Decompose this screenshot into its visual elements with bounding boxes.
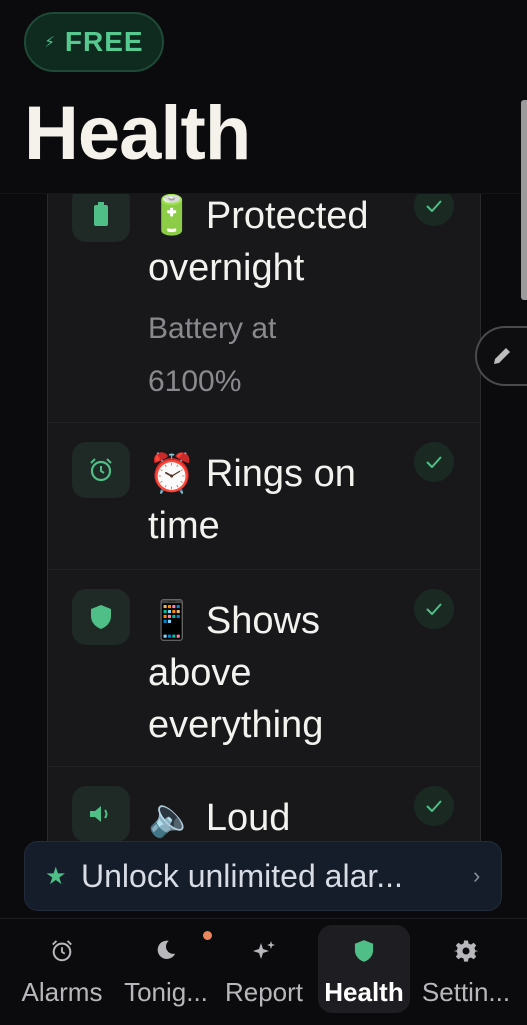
nav-label: Settin... — [421, 977, 511, 1007]
upsell-label: Unlock unlimited alar... — [81, 857, 403, 894]
bottom-navigation: Alarms Tonig... Report Health Settin... — [0, 918, 527, 1025]
free-badge-label: FREE — [64, 26, 144, 57]
notification-dot — [203, 931, 212, 940]
star-icon: ★ — [45, 862, 67, 890]
shield-icon — [72, 589, 130, 645]
moon-icon — [114, 939, 218, 961]
lightning-icon: ⚡ — [44, 34, 55, 51]
sparkle-icon — [218, 939, 310, 963]
nav-item-health[interactable]: Health — [318, 925, 410, 1013]
page-title: Health — [24, 91, 251, 176]
speaker-emoji: 🔈 — [148, 797, 196, 839]
battery-icon — [72, 186, 130, 242]
check-passed-icon — [414, 786, 454, 826]
mobile-phone-emoji: 📱 — [148, 600, 196, 642]
nav-label: Health — [324, 977, 404, 1007]
nav-item-alarms[interactable]: Alarms — [10, 925, 114, 1013]
check-title: 📱 Shows above everything — [148, 600, 324, 746]
nav-item-report[interactable]: Report — [218, 925, 310, 1013]
check-subtitle: Battery at 6100% — [148, 312, 277, 398]
alarm-clock-emoji: ⏰ — [148, 453, 196, 495]
gear-icon — [414, 939, 518, 963]
nav-label: Tonig... — [124, 977, 208, 1007]
health-check-list: 🔋 Protected overnight Battery at 6100% ⏰… — [47, 150, 481, 910]
battery-emoji: 🔋 — [148, 195, 196, 237]
edit-button[interactable] — [475, 326, 527, 386]
check-item-shows-above[interactable]: 📱 Shows above everything — [48, 569, 480, 767]
scrollbar-thumb[interactable] — [521, 100, 527, 300]
speaker-icon — [72, 786, 130, 842]
check-title: 🔈 Loud — [148, 797, 291, 839]
pencil-icon — [494, 348, 510, 364]
header: ⚡ FREE Health — [0, 0, 527, 194]
alarm-clock-icon — [72, 442, 130, 498]
nav-label: Alarms — [21, 977, 103, 1007]
chevron-right-icon: › — [473, 863, 481, 888]
unlock-unlimited-banner[interactable]: ★ Unlock unlimited alar... › — [24, 841, 502, 911]
free-plan-badge[interactable]: ⚡ FREE — [24, 12, 164, 72]
alarm-clock-icon — [10, 939, 114, 963]
check-passed-icon — [414, 442, 454, 482]
nav-item-tonight[interactable]: Tonig... — [114, 925, 218, 1013]
check-passed-icon — [414, 589, 454, 629]
nav-label: Report — [224, 977, 304, 1007]
check-title: ⏰ Rings on time — [148, 453, 356, 547]
check-item-rings-on-time[interactable]: ⏰ Rings on time — [48, 422, 480, 570]
shield-icon — [318, 939, 410, 963]
nav-item-settings[interactable]: Settin... — [414, 925, 518, 1013]
check-title: 🔋 Protected overnight — [148, 195, 369, 289]
